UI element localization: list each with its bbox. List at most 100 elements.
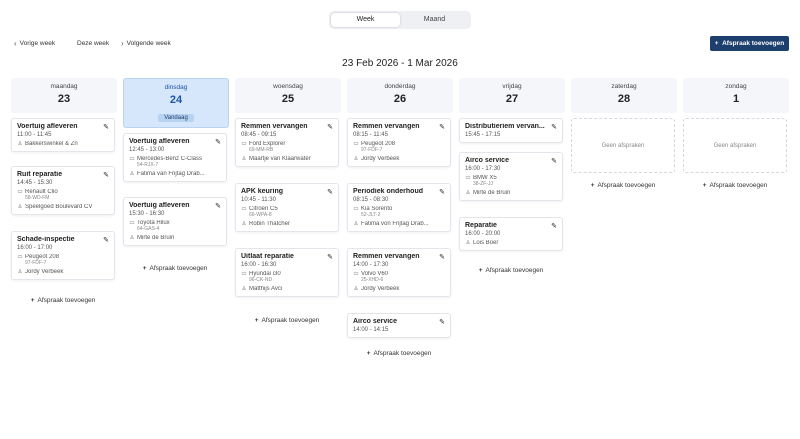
user-icon: ♙ — [465, 240, 471, 246]
day-name: donderdag — [384, 83, 416, 90]
appointment-card[interactable]: Remmen vervangen ✎ 08:45 - 09:15 ▭ Ford E… — [235, 118, 339, 167]
license-plate: 97-FDF-7 — [25, 260, 47, 266]
add-appointment-link-label: Afspraak toevoegen — [373, 350, 432, 357]
car-icon: ▭ — [465, 175, 471, 181]
day-date: 23 — [57, 93, 71, 105]
user-icon: ♙ — [129, 171, 135, 177]
user-icon: ♙ — [129, 235, 135, 241]
user-icon: ♙ — [241, 156, 247, 162]
appointment-title: Distributieriem vervan... — [465, 123, 545, 130]
add-appointment-link[interactable]: + Afspraak toevoegen — [683, 182, 787, 189]
next-week-label: Volgende week — [126, 40, 171, 47]
edit-icon[interactable]: ✎ — [439, 253, 445, 261]
appointment-title: Reparatie — [465, 222, 497, 229]
appointment-customer: Jordy Verbeek — [25, 269, 64, 275]
edit-icon[interactable]: ✎ — [439, 318, 445, 326]
add-appointment-button[interactable]: + Afspraak toevoegen — [710, 36, 789, 51]
edit-icon[interactable]: ✎ — [103, 171, 109, 179]
appointment-card[interactable]: Remmen vervangen ✎ 14:00 - 17:30 ▭ Volvo … — [347, 248, 451, 297]
car-icon: ▭ — [129, 156, 135, 162]
day-column-friday: vrijdag 27 Distributieriem vervan... ✎ 1… — [459, 78, 565, 274]
appointment-card[interactable]: Uitlaat reparatie ✎ 16:00 - 16:30 ▭ Hyund… — [235, 248, 339, 297]
appointment-card[interactable]: Reparatie ✎ 16:00 - 20:00 ♙ Lois Boer — [459, 217, 563, 251]
edit-icon[interactable]: ✎ — [103, 236, 109, 244]
license-plate: 64-GAS-4 — [137, 226, 160, 232]
appointment-time: 16:00 - 16:30 — [241, 262, 277, 268]
appointment-time: 14:45 - 15:30 — [17, 180, 53, 186]
user-icon: ♙ — [17, 269, 23, 275]
plus-icon: + — [366, 350, 371, 357]
user-icon: ♙ — [241, 221, 247, 227]
empty-day-placeholder: Geen afspraken — [571, 118, 675, 173]
appointment-card[interactable]: Periodiek onderhoud ✎ 08:15 - 08:30 ▭ Kia… — [347, 183, 451, 232]
appointment-card[interactable]: Ruit reparatie ✎ 14:45 - 15:30 ▭ Renault … — [11, 166, 115, 215]
edit-icon[interactable]: ✎ — [551, 157, 557, 165]
appointment-customer: Jordy Verbeek — [361, 156, 400, 162]
add-appointment-link-label: Afspraak toevoegen — [597, 182, 656, 189]
appointment-title: Uitlaat reparatie — [241, 253, 294, 260]
date-range-title: 23 Feb 2026 - 1 Mar 2026 — [342, 58, 458, 69]
appointment-card[interactable]: Voertuig afleveren ✎ 11:00 - 11:45 ♙ Bakk… — [11, 118, 115, 152]
edit-icon[interactable]: ✎ — [439, 188, 445, 196]
appointment-card[interactable]: Voertuig afleveren ✎ 12:45 - 13:00 ▭ Merc… — [123, 133, 227, 182]
appointment-title: Remmen vervangen — [241, 123, 308, 130]
appointment-card[interactable]: Airco service ✎ 14:00 - 14:15 — [347, 313, 451, 338]
appointment-card[interactable]: Distributieriem vervan... ✎ 15:45 - 17:1… — [459, 118, 563, 143]
plus-icon: + — [478, 267, 483, 274]
edit-icon[interactable]: ✎ — [327, 188, 333, 196]
user-icon: ♙ — [353, 156, 359, 162]
day-name: zaterdag — [611, 83, 637, 90]
add-appointment-link[interactable]: + Afspraak toevoegen — [571, 182, 675, 189]
appointment-customer: Matthijs Avci — [249, 286, 283, 292]
appointment-time: 14:00 - 17:30 — [353, 262, 389, 268]
edit-icon[interactable]: ✎ — [215, 138, 221, 146]
prev-week-button[interactable]: ‹ Vorige week — [14, 37, 55, 51]
day-date: 24 — [169, 94, 183, 106]
plus-icon: + — [590, 182, 595, 189]
license-plate: 54-RJX-7 — [137, 162, 159, 168]
car-icon: ▭ — [17, 254, 23, 260]
edit-icon[interactable]: ✎ — [103, 123, 109, 131]
add-appointment-link-label: Afspraak toevoegen — [37, 297, 96, 304]
license-plate: 52-JLT-2 — [361, 212, 381, 218]
day-column-monday: maandag 23 Voertuig afleveren ✎ 11:00 - … — [11, 78, 117, 304]
appointment-time: 12:45 - 13:00 — [129, 147, 165, 153]
appointment-card[interactable]: Schade-inspectie ✎ 16:00 - 17:00 ▭ Peugeo… — [11, 231, 115, 280]
edit-icon[interactable]: ✎ — [439, 123, 445, 131]
edit-icon[interactable]: ✎ — [551, 123, 557, 131]
day-name: maandag — [50, 83, 78, 90]
today-badge: Vandaag — [158, 114, 194, 122]
this-week-button[interactable]: Deze week — [77, 37, 109, 51]
day-column-sunday: zondag 1 Geen afspraken + Afspraak toevoe… — [683, 78, 789, 189]
appointment-customer: Maartje van Klaarwater — [249, 156, 311, 162]
appointment-card[interactable]: Voertuig afleveren ✎ 15:30 - 16:30 ▭ Toyo… — [123, 197, 227, 246]
add-appointment-label: Afspraak toevoegen — [722, 40, 785, 47]
add-appointment-link[interactable]: + Afspraak toevoegen — [459, 267, 563, 274]
next-week-button[interactable]: › Volgende week — [121, 37, 171, 51]
edit-icon[interactable]: ✎ — [215, 202, 221, 210]
add-appointment-link[interactable]: + Afspraak toevoegen — [11, 297, 115, 304]
day-date: 26 — [393, 93, 407, 105]
edit-icon[interactable]: ✎ — [327, 123, 333, 131]
appointment-card[interactable]: Remmen vervangen ✎ 08:15 - 11:45 ▭ Peugeo… — [347, 118, 451, 167]
add-appointment-link[interactable]: + Afspraak toevoegen — [123, 265, 227, 272]
add-appointment-link[interactable]: + Afspraak toevoegen — [347, 350, 451, 357]
appointment-time: 14:00 - 14:15 — [353, 327, 389, 333]
appointment-time: 15:30 - 16:30 — [129, 211, 165, 217]
plus-icon: + — [30, 297, 35, 304]
car-icon: ▭ — [241, 141, 247, 147]
day-name: zondag — [725, 83, 747, 90]
add-appointment-link-label: Afspraak toevoegen — [485, 267, 544, 274]
add-appointment-link[interactable]: + Afspraak toevoegen — [235, 317, 339, 324]
appointment-card[interactable]: APK keuring ✎ 10:45 - 11:30 ▭ Citroën C5 … — [235, 183, 339, 232]
edit-icon[interactable]: ✎ — [327, 253, 333, 261]
view-toggle: Week Maand — [329, 11, 471, 29]
edit-icon[interactable]: ✎ — [551, 222, 557, 230]
this-week-label: Deze week — [77, 40, 110, 47]
car-icon: ▭ — [353, 206, 359, 212]
week-view-tab[interactable]: Week — [331, 13, 400, 27]
day-date: 28 — [617, 93, 631, 105]
day-column-thursday: donderdag 26 Remmen vervangen ✎ 08:15 - … — [347, 78, 453, 357]
month-view-tab[interactable]: Maand — [400, 13, 469, 27]
appointment-card[interactable]: Airco service ✎ 16:00 - 17:30 ▭ BMW X5 38… — [459, 152, 563, 201]
